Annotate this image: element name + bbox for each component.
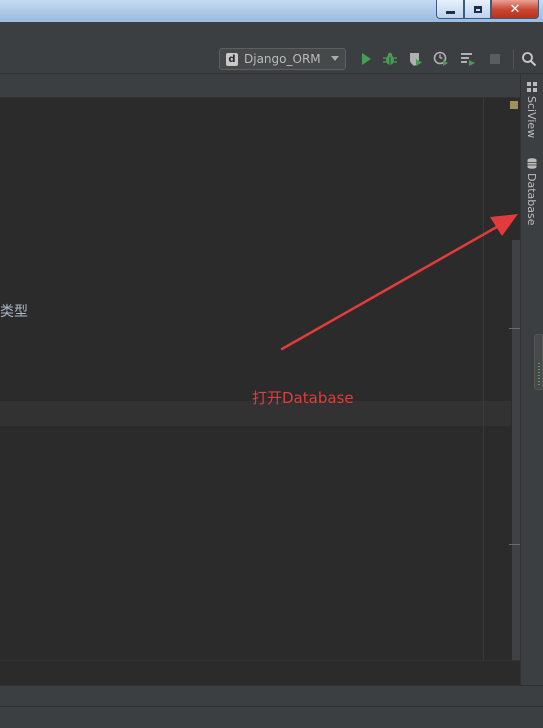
tool-window-tab-scview[interactable]: SciView xyxy=(520,82,543,138)
bottom-editor-area xyxy=(0,660,520,686)
editor-tab-bar xyxy=(0,74,520,98)
code-editor[interactable] xyxy=(0,98,511,660)
tool-window-tab-label: SciView xyxy=(525,96,538,139)
status-bar xyxy=(0,706,543,728)
search-icon[interactable] xyxy=(521,51,537,67)
grid-icon xyxy=(526,82,537,92)
tool-window-drag-handle[interactable] xyxy=(534,334,543,390)
tool-window-tab-database[interactable]: Database xyxy=(520,158,543,226)
profile-icon[interactable] xyxy=(433,51,449,67)
tool-window-tab-label: Database xyxy=(525,173,538,226)
minimize-icon xyxy=(445,10,455,14)
minimize-button[interactable] xyxy=(436,0,464,19)
error-stripe-mark[interactable] xyxy=(509,544,520,545)
run-icon[interactable] xyxy=(358,51,374,67)
annotation-label: 打开Database xyxy=(252,389,354,407)
bottom-tool-window-bar xyxy=(0,685,543,707)
close-icon: ✕ xyxy=(509,1,521,17)
django-icon: d xyxy=(226,52,238,66)
stop-icon[interactable] xyxy=(487,51,503,67)
inspection-status-icon[interactable] xyxy=(510,101,518,109)
concurrency-icon[interactable] xyxy=(460,51,476,67)
main-toolbar: d Django_ORM xyxy=(0,44,543,74)
run-configuration-label: Django_ORM xyxy=(244,52,321,66)
error-stripe-mark[interactable] xyxy=(509,328,520,329)
run-configuration-selector[interactable]: d Django_ORM xyxy=(219,48,346,70)
toolbar-separator xyxy=(513,50,514,69)
grip-icon xyxy=(538,363,540,385)
menu-bar xyxy=(0,22,543,45)
scrollbar-thumb[interactable] xyxy=(512,240,520,660)
window-title-bar: ✕ xyxy=(0,0,543,22)
database-icon xyxy=(527,158,536,169)
chevron-down-icon xyxy=(331,56,339,61)
maximize-button[interactable] xyxy=(464,0,491,19)
right-margin-guide xyxy=(483,98,484,660)
close-button[interactable]: ✕ xyxy=(491,0,539,19)
debug-icon[interactable] xyxy=(382,51,398,67)
coverage-icon[interactable] xyxy=(407,51,423,67)
maximize-icon xyxy=(473,5,482,13)
editor-text: 类型 xyxy=(0,304,28,320)
